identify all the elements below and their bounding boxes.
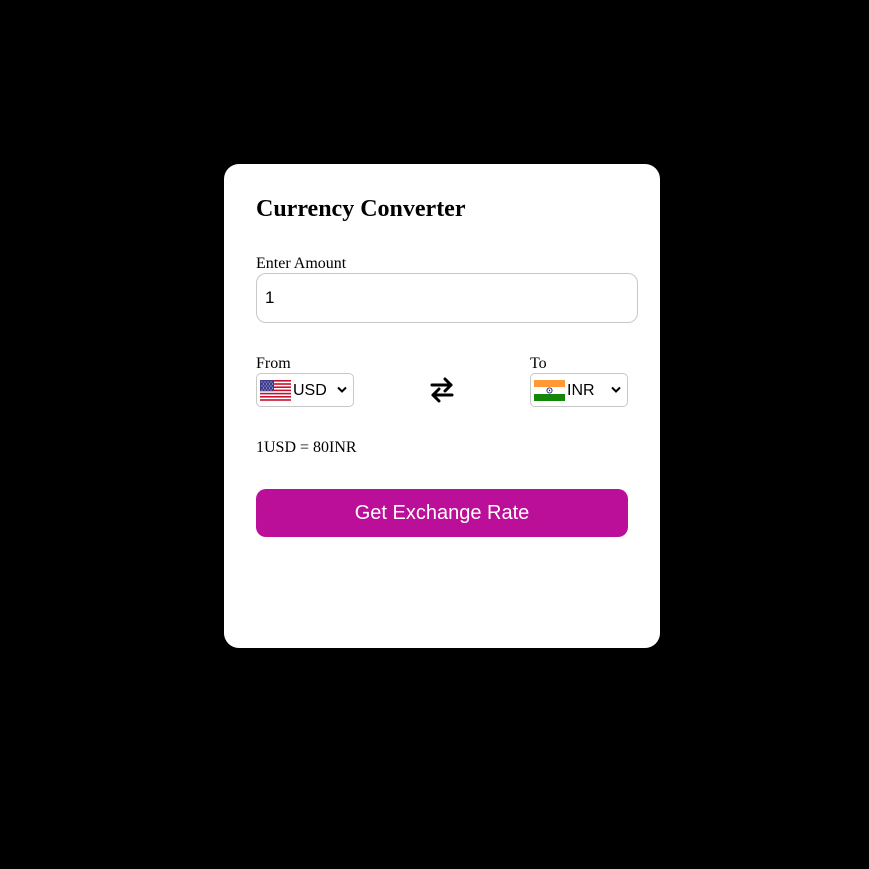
to-currency-dropdown[interactable]: INR	[530, 373, 628, 407]
page-title: Currency Converter	[256, 196, 466, 222]
in-flag-icon	[534, 379, 565, 401]
amount-input[interactable]	[256, 273, 638, 323]
from-currency-dropdown[interactable]: USD	[256, 373, 354, 407]
swap-arrows-icon[interactable]	[430, 376, 454, 404]
from-currency-select[interactable]: USD	[293, 377, 353, 403]
amount-label: Enter Amount	[256, 255, 347, 272]
to-label: To	[530, 355, 547, 372]
exchange-rate-text: 1USD = 80INR	[256, 439, 357, 456]
to-currency-select[interactable]: INR	[567, 377, 627, 403]
converter-card: Currency Converter Enter Amount From USD	[224, 164, 660, 648]
get-exchange-rate-button[interactable]: Get Exchange Rate	[256, 489, 628, 537]
us-flag-icon	[260, 379, 291, 401]
from-label: From	[256, 355, 291, 372]
